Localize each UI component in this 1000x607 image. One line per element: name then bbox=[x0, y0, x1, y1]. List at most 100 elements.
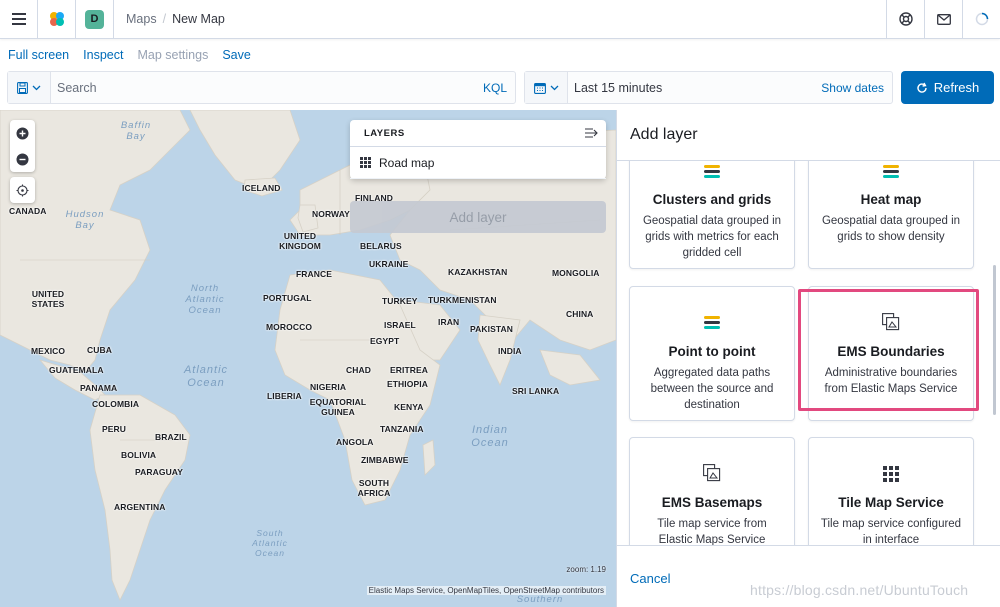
space-selector[interactable]: D bbox=[76, 0, 114, 39]
card-ems-basemaps[interactable]: EMS Basemaps Tile map service from Elast… bbox=[629, 437, 795, 545]
collapse-panel-icon[interactable] bbox=[585, 128, 598, 138]
newsfeed-button[interactable] bbox=[924, 0, 962, 39]
card-icon-wrap bbox=[819, 450, 963, 482]
refresh-label: Refresh bbox=[933, 80, 980, 95]
map-label: PORTUGAL bbox=[263, 293, 312, 303]
elastic-index-icon bbox=[704, 165, 720, 178]
map-canvas[interactable]: ICELAND CANADA FINLAND NORWAY UNITED KIN… bbox=[0, 110, 616, 607]
map-label: MEXICO bbox=[31, 346, 66, 356]
map-label: ERITREA bbox=[390, 365, 429, 375]
map-label: PAKISTAN bbox=[470, 324, 513, 334]
flyout-footer: Cancel https://blog.csdn.net/UbuntuTouch bbox=[617, 545, 1000, 607]
sea-label: Indian Ocean bbox=[471, 424, 509, 449]
show-dates-link[interactable]: Show dates bbox=[821, 81, 892, 95]
zoom-in-button[interactable] bbox=[10, 120, 35, 146]
map-label: BRAZIL bbox=[155, 432, 187, 442]
help-button[interactable] bbox=[886, 0, 924, 39]
map-label: SRI LANKA bbox=[512, 386, 560, 396]
map-label: IRAN bbox=[438, 317, 460, 327]
chevron-down-icon bbox=[550, 85, 558, 90]
map-label: EQUATORIAL GUINEA bbox=[309, 397, 367, 417]
grid-icon bbox=[360, 157, 371, 168]
map-label: TURKEY bbox=[382, 296, 418, 306]
sea-label: North Atlantic Ocean bbox=[185, 283, 225, 316]
map-label: CANADA bbox=[9, 206, 47, 216]
inspect-link[interactable]: Inspect bbox=[83, 48, 123, 62]
zoom-out-button[interactable] bbox=[10, 146, 35, 172]
card-title: Clusters and grids bbox=[652, 192, 772, 207]
sea-label: Southern bbox=[516, 594, 564, 605]
map-label: ARGENTINA bbox=[114, 502, 166, 512]
map-label: ZIMBABWE bbox=[361, 455, 409, 465]
add-layer-button[interactable]: Add layer bbox=[350, 201, 606, 233]
zoom-readout: zoom: 1.19 bbox=[566, 565, 606, 574]
map-label: BOLIVIA bbox=[121, 450, 157, 460]
saved-query-button[interactable] bbox=[8, 72, 51, 103]
search-input[interactable] bbox=[51, 80, 475, 95]
card-point-to-point[interactable]: Point to point Aggregated data paths bet… bbox=[629, 286, 795, 421]
fit-to-data-button[interactable] bbox=[10, 177, 35, 203]
layer-label: Road map bbox=[379, 155, 435, 170]
card-clusters-and-grids[interactable]: Clusters and grids Geospatial data group… bbox=[629, 161, 795, 269]
mail-icon bbox=[936, 13, 951, 25]
map-label: EGYPT bbox=[370, 336, 400, 346]
refresh-icon bbox=[917, 82, 927, 93]
loading-indicator bbox=[962, 0, 1000, 39]
elastic-index-icon bbox=[883, 165, 899, 178]
loading-spinner-icon bbox=[975, 12, 988, 26]
card-ems-boundaries[interactable]: EMS Boundaries Administrative boundaries… bbox=[808, 286, 974, 421]
card-description: Geospatial data grouped in grids with me… bbox=[642, 215, 782, 259]
elastic-index-icon bbox=[704, 316, 720, 329]
card-heat-map[interactable]: Heat map Geospatial data grouped in grid… bbox=[808, 161, 974, 269]
map-label: CHAD bbox=[346, 365, 371, 375]
layer-item-road-map[interactable]: Road map bbox=[350, 147, 606, 179]
map-settings-link[interactable]: Map settings bbox=[137, 48, 208, 62]
layer-control-panel: LAYERS Road map bbox=[350, 120, 606, 179]
space-avatar: D bbox=[85, 9, 104, 29]
map-label: GUATEMALA bbox=[49, 365, 104, 375]
card-tile-map-service[interactable]: Tile Map Service Tile map service config… bbox=[808, 437, 974, 545]
card-description: Administrative boundaries from Elastic M… bbox=[824, 367, 958, 395]
map-label: NORWAY bbox=[312, 209, 350, 219]
quick-date-button[interactable] bbox=[525, 72, 568, 103]
flyout-title: Add layer bbox=[630, 126, 698, 143]
minus-circle-icon bbox=[16, 153, 29, 165]
query-bar: KQL Last 15 minutes Show dates Refresh bbox=[7, 71, 994, 104]
date-range-text[interactable]: Last 15 minutes bbox=[568, 81, 821, 95]
map-label: LIBERIA bbox=[267, 391, 302, 401]
breadcrumb-maps[interactable]: Maps bbox=[126, 12, 157, 26]
date-picker: Last 15 minutes Show dates bbox=[524, 71, 893, 104]
map-label: UNITED KINGDOM bbox=[279, 231, 321, 251]
card-title: EMS Basemaps bbox=[661, 495, 763, 510]
map-label: INDIA bbox=[498, 346, 522, 356]
card-title: Heat map bbox=[860, 192, 922, 207]
plus-circle-icon bbox=[16, 127, 29, 139]
layers-title: LAYERS bbox=[364, 127, 405, 139]
layer-type-list: Clusters and grids Geospatial data group… bbox=[617, 161, 1000, 545]
elastic-logo[interactable] bbox=[38, 0, 76, 39]
breadcrumb-separator: / bbox=[162, 12, 167, 26]
map-attribution[interactable]: Elastic Maps Service, OpenMapTiles, Open… bbox=[366, 586, 606, 595]
sea-label: Atlantic Ocean bbox=[183, 364, 229, 389]
sea-label: Hudson Bay bbox=[65, 209, 105, 231]
save-link[interactable]: Save bbox=[222, 48, 251, 62]
refresh-button[interactable]: Refresh bbox=[901, 71, 994, 104]
calendar-icon bbox=[533, 82, 546, 94]
elastic-logo-icon bbox=[49, 12, 64, 26]
map-label: ICELAND bbox=[242, 183, 281, 193]
kql-toggle[interactable]: KQL bbox=[475, 81, 515, 95]
menu-button[interactable] bbox=[0, 0, 38, 39]
full-screen-link[interactable]: Full screen bbox=[8, 48, 69, 62]
cancel-button[interactable]: Cancel bbox=[630, 571, 670, 586]
map-label: FRANCE bbox=[296, 269, 333, 279]
map-label: ETHIOPIA bbox=[387, 379, 428, 389]
map-label: UNITED STATES bbox=[31, 289, 65, 309]
map-label: ANGOLA bbox=[336, 437, 374, 447]
hamburger-icon bbox=[11, 13, 26, 25]
flyout-scrollbar[interactable] bbox=[993, 265, 996, 415]
breadcrumb-current: New Map bbox=[172, 12, 225, 26]
card-description: Geospatial data grouped in grids to show… bbox=[821, 215, 961, 243]
card-title: Point to point bbox=[668, 344, 756, 359]
card-description: Aggregated data paths between the source… bbox=[650, 367, 774, 411]
map-label: COLOMBIA bbox=[92, 399, 140, 409]
